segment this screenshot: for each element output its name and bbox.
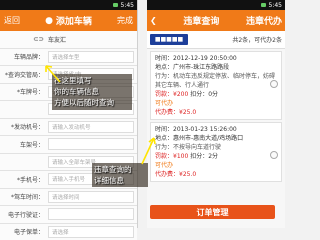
top-bar: ❮ 违章查询 违章代办 <box>147 10 285 31</box>
form-row: *驾车时间： 请选择时间 <box>0 188 137 206</box>
callout-line: 详细信息 <box>94 176 124 185</box>
logo-text: 车友汇 <box>48 36 67 44</box>
violation-action: 行为：不按导向车道行驶 <box>155 144 222 151</box>
callout-line: 违章查询的 <box>94 165 132 174</box>
field-label: 电子行驶证： <box>7 211 44 219</box>
select-checkbox[interactable] <box>270 151 278 159</box>
field-input[interactable] <box>48 208 134 221</box>
field-input[interactable]: 请选择车型 <box>48 50 134 63</box>
field-label: *发动机号： <box>10 124 44 132</box>
page-title-text: 添加车辆 <box>55 17 92 27</box>
violation-card[interactable]: 时间：2013-01-23 15:26:00 地点：惠州市-惠南大道/鸡场路口 … <box>150 122 282 182</box>
field-label: 电子保单： <box>13 229 44 237</box>
form-row: 车辆品牌： 请选择车型 <box>0 48 137 66</box>
license-plate: ■■■■■ <box>150 34 188 45</box>
field-label: 车辆品牌： <box>13 54 44 62</box>
callout-line: 方便以后随时查询 <box>54 98 114 107</box>
field-label: *驾车时间： <box>10 194 44 202</box>
violation-time: 时间：2012-12-19 20:50:00 <box>155 55 237 62</box>
form-row: 电子行驶证： <box>0 206 137 224</box>
form-row: *发动机号： 请输入发动机号 <box>0 118 137 136</box>
car-logo-icon: ⊂⊃ <box>33 35 44 44</box>
signal-icon <box>112 3 118 7</box>
violation-fine: 罚款：¥100 <box>155 153 189 160</box>
status-bar: 5:45 <box>147 0 285 10</box>
form-row: 车架号： <box>0 136 137 154</box>
violation-time: 时间：2013-01-23 15:26:00 <box>155 126 237 133</box>
field-input[interactable]: 请选择时间 <box>48 190 134 203</box>
record-count: 共2条，可代办2条 <box>232 37 282 44</box>
service-fee: 代办费：¥25.0 <box>155 109 197 116</box>
status-time: 5:45 <box>268 1 282 9</box>
violation-points: 扣分：0分 <box>190 91 219 98</box>
form-row: 电子保单： 请选择 <box>0 223 137 240</box>
violation-status: 可代办 <box>155 100 174 107</box>
select-checkbox[interactable] <box>270 80 278 88</box>
violation-action: 行为：机动车违反规定停放、临时停车，妨碍其它车辆、行人通行 <box>155 73 276 89</box>
brand-row: ⊂⊃ 车友汇 <box>0 31 137 49</box>
screenshot: 5:45 返回 ● 添加车辆 完成 ⊂⊃ 车友汇 车辆品牌： 请选择车型 *查询交管局：… <box>0 0 285 240</box>
car-icon: ● <box>45 15 53 26</box>
page-title: 违章查询 <box>183 17 220 27</box>
violation-place: 地点：广州市-珠江东路路段 <box>155 64 230 71</box>
violation-fine: 罚款：¥200 <box>155 91 189 98</box>
detail-callout: 违章查询的 详细信息 <box>94 164 132 186</box>
order-management-button[interactable]: 订单管理 <box>150 205 275 219</box>
field-label: 车架号： <box>19 141 44 149</box>
plate-bar: ■■■■■ 共2条，可代办2条 <box>147 31 285 49</box>
callout-line: 在这里填写 <box>54 76 92 85</box>
field-label: *车牌号： <box>16 89 44 97</box>
arrow-icon <box>141 137 156 165</box>
back-arrow-icon[interactable]: ❮ <box>150 16 157 25</box>
violation-card[interactable]: 时间：2012-12-19 20:50:00 地点：广州市-珠江东路路段 行为：… <box>150 51 282 120</box>
signal-icon <box>260 3 266 7</box>
back-button[interactable]: 返回 <box>4 15 20 26</box>
field-input[interactable] <box>48 138 134 151</box>
field-input[interactable]: 请选择 <box>48 225 134 238</box>
field-label: *手机号： <box>16 176 44 184</box>
violation-status: 可代办 <box>155 162 174 169</box>
violation-place: 地点：惠州市-惠南大道/鸡场路口 <box>155 135 244 142</box>
violation-points: 扣分：2分 <box>190 153 219 160</box>
field-input[interactable]: 请输入发动机号 <box>48 120 134 133</box>
vehicle-form: ⊂⊃车友汇车辆品牌：请选择车型*查询交管局：请选择省/市*车牌号：请选择车牌前缀… <box>0 31 137 240</box>
page-title: ● 添加车辆 <box>45 14 92 28</box>
status-time: 5:45 <box>120 1 134 9</box>
status-bar: 5:45 <box>0 0 137 10</box>
violation-agent-button[interactable]: 违章代办 <box>246 14 282 27</box>
top-bar: 返回 ● 添加车辆 完成 <box>0 10 137 31</box>
arrow-icon <box>45 65 61 83</box>
violation-query-screen: 5:45 ❮ 违章查询 违章代办 ■■■■■ 共2条，可代办2条 时间：2012… <box>147 0 285 228</box>
callout-line: 你的车辆信息 <box>54 87 99 96</box>
add-vehicle-screen: 5:45 返回 ● 添加车辆 完成 ⊂⊃ 车友汇 车辆品牌： 请选择车型 *查询交管局：… <box>0 0 138 240</box>
form-callout: 在这里填写 你的车辆信息 方便以后随时查询 <box>54 75 114 108</box>
done-button[interactable]: 完成 <box>117 15 133 26</box>
service-fee: 代办费：¥25.0 <box>155 171 197 178</box>
